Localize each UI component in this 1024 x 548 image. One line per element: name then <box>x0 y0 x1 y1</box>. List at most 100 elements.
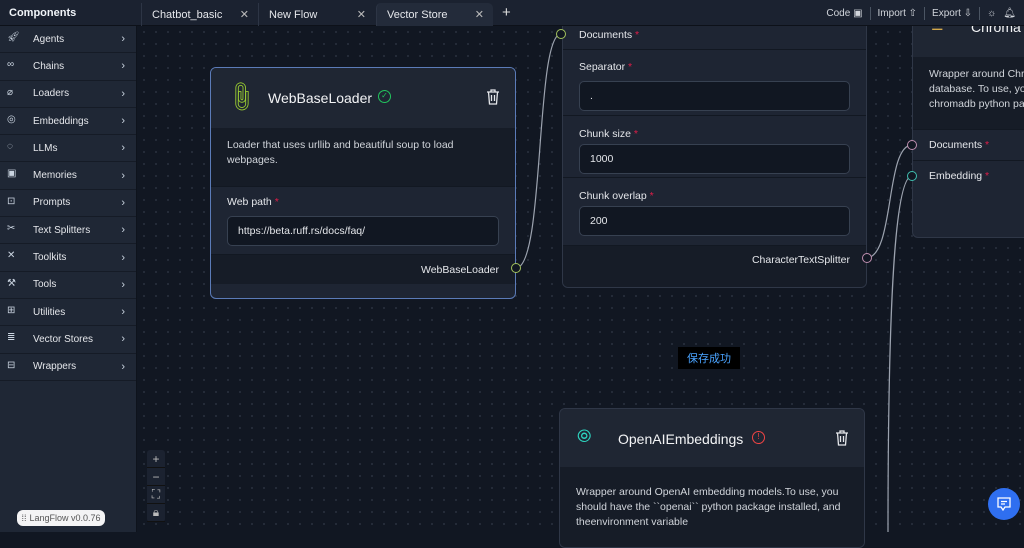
gift-icon: ⊟ <box>7 359 16 371</box>
sidebar-item-tools[interactable]: ⚒ Tools › <box>0 272 136 299</box>
sidebar-item-vector-stores[interactable]: ≣ Vector Stores › <box>0 326 136 354</box>
paperclip-icon: ⌀ <box>7 86 14 98</box>
sidebar-item-llms[interactable]: ◌ LLMs › <box>0 135 136 163</box>
version-badge: ⁞⁞ LangFlow v0.0.76 <box>17 510 105 526</box>
rocket-icon: 🚀︎ <box>7 32 20 43</box>
sidebar-item-label: Agents <box>33 33 65 45</box>
output-label: CharacterTextSplitter <box>751 254 850 266</box>
separator-input[interactable]: . <box>579 81 850 111</box>
output-label: WebBaseLoader <box>420 264 499 276</box>
web-path-field: Web path * https://beta.ruff.rs/docs/faq… <box>211 186 515 254</box>
close-icon[interactable]: ✕ <box>475 8 484 21</box>
sidebar-item-prompts[interactable]: ⊡ Prompts › <box>0 190 136 218</box>
trash-icon[interactable] <box>835 430 849 446</box>
fingerprint-icon: ◎ <box>7 113 16 125</box>
node-title: WebBaseLoader <box>268 90 373 106</box>
sidebar-item-text-splitters[interactable]: ✂ Text Splitters › <box>0 217 136 245</box>
lock-button[interactable]: 🔒︎ <box>147 504 165 522</box>
fingerprint-icon: ⦾ <box>577 426 592 446</box>
chat-button[interactable] <box>988 488 1020 520</box>
field-label: Documents <box>929 139 983 151</box>
sidebar-item-label: Embeddings <box>33 115 89 127</box>
sidebar-item-memories[interactable]: ▣ Memories › <box>0 162 136 190</box>
divider <box>924 7 926 20</box>
lightbulb-icon: ◌ <box>7 141 13 153</box>
chevron-right-icon: › <box>121 142 125 155</box>
sidebar-item-chains[interactable]: ∞ Chains › <box>0 53 136 81</box>
webbaseloader-node[interactable]: 📎︎ WebBaseLoader ✓ Loader that uses urll… <box>210 67 516 299</box>
chroma-node[interactable]: ☰ Chroma Wrapper around Chroma vector da… <box>912 0 1024 238</box>
add-tab-button[interactable]: + <box>502 4 511 21</box>
chevron-right-icon: › <box>121 224 125 237</box>
field-label: Chunk overlap <box>579 190 647 202</box>
chevron-right-icon: › <box>121 251 125 264</box>
output-handle[interactable] <box>862 253 872 263</box>
chevron-right-icon: › <box>121 115 125 128</box>
trash-icon[interactable] <box>486 89 500 105</box>
langflow-icon: ⁞⁞ <box>21 513 27 523</box>
sidebar-item-toolkits[interactable]: ✕ Toolkits › <box>0 244 136 272</box>
upload-icon: ⇧ <box>908 8 918 19</box>
documents-handle[interactable] <box>907 140 917 150</box>
sidebar-item-utilities[interactable]: ⊞ Utilities › <box>0 299 136 327</box>
tab-label: New Flow <box>269 8 318 21</box>
node-description: Wrapper around OpenAI embedding models.T… <box>560 467 864 547</box>
zoom-out-button[interactable]: − <box>147 468 165 486</box>
link-icon: ∞ <box>7 59 15 71</box>
sidebar-item-label: Prompts <box>33 197 71 209</box>
chevron-right-icon: › <box>121 169 125 182</box>
export-label: Export <box>932 8 961 19</box>
tab-new-flow[interactable]: New Flow ✕ <box>258 3 375 26</box>
field-label: Documents <box>579 29 633 41</box>
web-path-input[interactable]: https://beta.ruff.rs/docs/faq/ <box>227 216 499 246</box>
chevron-right-icon: › <box>121 33 125 46</box>
components-title: Components <box>9 7 77 19</box>
chunk-overlap-input[interactable]: 200 <box>579 206 850 236</box>
download-icon: ⇩ <box>963 8 973 19</box>
sidebar-item-loaders[interactable]: ⌀ Loaders › <box>0 81 136 108</box>
export-button[interactable]: Export ⇩ <box>932 8 972 19</box>
import-button[interactable]: Import ⇧ <box>878 8 918 19</box>
save-success-toast: 保存成功 <box>678 347 740 369</box>
cpu-icon: ▣ <box>7 168 17 180</box>
tab-chatbot-basic[interactable]: Chatbot_basic ✕ <box>141 3 258 26</box>
bell-icon[interactable]: 🔔︎ <box>1003 8 1016 19</box>
chevron-right-icon: › <box>121 306 125 319</box>
sun-icon[interactable]: ☼ <box>987 8 996 19</box>
required-marker: * <box>633 128 638 140</box>
sidebar-item-label: Memories <box>33 170 77 182</box>
terminal-icon: ⊡ <box>7 195 16 207</box>
embedding-handle[interactable] <box>907 171 917 181</box>
fit-view-button[interactable]: ⛶ <box>147 486 165 504</box>
close-icon[interactable]: ✕ <box>240 8 249 21</box>
zoom-in-button[interactable]: + <box>147 450 165 468</box>
field-label: Web path <box>227 196 272 208</box>
sidebar-item-embeddings[interactable]: ◎ Embeddings › <box>0 108 136 136</box>
output-handle[interactable] <box>511 263 521 273</box>
field-label: Embedding <box>929 170 983 182</box>
sidebar-item-label: Text Splitters <box>33 224 91 236</box>
documents-handle[interactable] <box>556 29 566 39</box>
required-marker: * <box>628 61 633 73</box>
required-marker: * <box>985 139 990 151</box>
close-icon[interactable]: ✕ <box>357 8 366 21</box>
node-description: Wrapper around Chroma vector database. T… <box>913 57 1024 129</box>
tab-vector-store[interactable]: Vector Store ✕ <box>376 3 493 26</box>
required-marker: * <box>649 190 654 202</box>
sidebar-item-wrappers[interactable]: ⊟ Wrappers › <box>0 354 136 381</box>
node-description: Loader that uses urllib and beautiful so… <box>211 128 515 186</box>
embedding-input-row: Embedding * <box>913 160 1024 191</box>
chunk-size-input[interactable]: 1000 <box>579 144 850 174</box>
chevron-right-icon: › <box>121 360 125 373</box>
sidebar-item-label: Toolkits <box>33 252 67 264</box>
code-label: Code <box>826 8 851 19</box>
node-title: OpenAIEmbeddings <box>618 431 744 447</box>
sidebar-item-label: Chains <box>33 60 65 72</box>
tab-label: Chatbot_basic <box>152 8 223 21</box>
charactertextsplitter-node[interactable]: Documents * Separator * . Chunk size * 1… <box>562 18 867 288</box>
sidebar-item-agents[interactable]: 🚀︎ Agents › <box>0 26 136 54</box>
chunk-size-field: Chunk size * 1000 <box>563 115 866 177</box>
openaiembeddings-node[interactable]: ⦾ OpenAIEmbeddings ! Wrapper around Open… <box>559 408 865 548</box>
field-label: Chunk size <box>579 128 631 140</box>
code-button[interactable]: Code ▣ <box>826 8 862 19</box>
